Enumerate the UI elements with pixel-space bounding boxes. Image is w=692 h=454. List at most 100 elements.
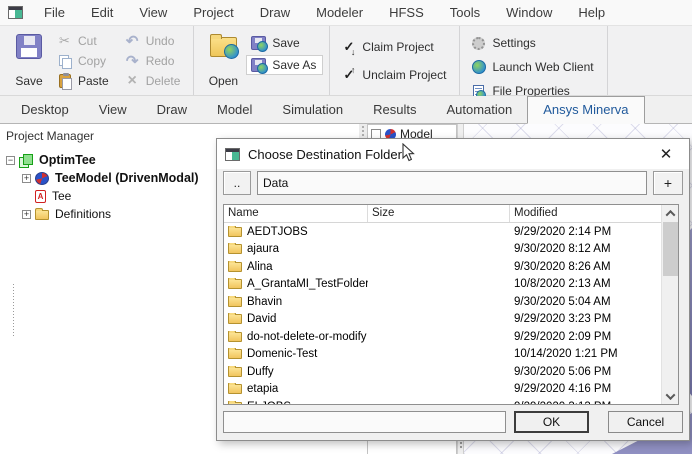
- toolbar-button-icon: [59, 55, 71, 68]
- column-header[interactable]: Size: [368, 205, 510, 222]
- folder-row[interactable]: etapia 9/29/2020 4:16 PM: [224, 381, 661, 399]
- open-button[interactable]: Open: [200, 29, 246, 92]
- toolbar-button[interactable]: Launch Web Client: [466, 57, 600, 77]
- folder-modified: 9/29/2020 2:14 PM: [510, 226, 661, 238]
- folder-row[interactable]: ELJOBS 9/29/2020 3:13 PM: [224, 398, 661, 404]
- toolbar-button-icon: [472, 37, 485, 50]
- close-icon[interactable]: ✕: [651, 143, 681, 165]
- toolbar-button[interactable]: Save As: [246, 55, 323, 75]
- toolbar-button-label: Launch Web Client: [492, 60, 593, 74]
- up-directory-button[interactable]: ..: [223, 171, 251, 195]
- toolbar-button-label: Save: [272, 36, 299, 50]
- toolbar-button[interactable]: Copy: [52, 51, 116, 71]
- ribbon-tab[interactable]: Draw: [142, 97, 202, 123]
- list-scrollbar[interactable]: [661, 205, 678, 404]
- ribbon-tab-bar: Desktop View Draw Model Simulation Resul…: [0, 96, 692, 124]
- menu-item[interactable]: Draw: [247, 0, 303, 25]
- menu-item[interactable]: Edit: [78, 0, 126, 25]
- folder-row[interactable]: do-not-delete-or-modify 9/29/2020 2:09 P…: [224, 328, 661, 346]
- folder-row[interactable]: Bhavin 9/30/2020 5:04 AM: [224, 293, 661, 311]
- folder-modified: 9/29/2020 2:09 PM: [510, 331, 661, 343]
- toolbar-button[interactable]: Redo: [120, 51, 188, 71]
- add-folder-button[interactable]: +: [653, 171, 683, 195]
- menu-item[interactable]: Help: [565, 0, 618, 25]
- folder-name: Bhavin: [247, 296, 282, 308]
- folder-name: Alina: [247, 261, 273, 273]
- folder-row[interactable]: Alina 9/30/2020 8:26 AM: [224, 258, 661, 276]
- menu-item[interactable]: HFSS: [376, 0, 437, 25]
- cancel-button[interactable]: Cancel: [608, 411, 683, 433]
- ribbon-tab[interactable]: Model: [202, 97, 267, 123]
- folder-name-input[interactable]: [223, 411, 506, 433]
- ribbon-group-file: Open Save Save As: [194, 26, 330, 95]
- folder-row[interactable]: ajaura 9/30/2020 8:12 AM: [224, 241, 661, 259]
- toolbar-button[interactable]: Delete: [120, 71, 188, 91]
- toolbar-button[interactable]: Unclaim Project: [336, 65, 453, 85]
- menu-item[interactable]: Project: [180, 0, 246, 25]
- ribbon-tab[interactable]: Desktop: [6, 97, 84, 123]
- expander-icon[interactable]: [6, 156, 15, 165]
- dialog-path-row: .. +: [217, 171, 689, 197]
- dialog-title-bar[interactable]: Choose Destination Folder ✕: [217, 139, 689, 169]
- toolbar-button[interactable]: Cut: [52, 31, 116, 51]
- folder-name: AEDTJOBS: [247, 226, 308, 238]
- ribbon-tab[interactable]: View: [84, 97, 142, 123]
- claim-check-icon: [343, 39, 354, 55]
- ribbon-tab[interactable]: Simulation: [267, 97, 358, 123]
- toolbar-button[interactable]: Paste: [52, 71, 116, 91]
- tree-item-label[interactable]: Tee: [50, 189, 73, 203]
- save-button[interactable]: Save: [6, 29, 52, 92]
- tree-item-label[interactable]: Definitions: [53, 207, 113, 221]
- dialog-button-row: OK Cancel: [217, 411, 689, 437]
- scroll-down-icon[interactable]: [662, 388, 679, 404]
- choose-destination-folder-dialog: Choose Destination Folder ✕ .. + Name Si…: [216, 138, 690, 441]
- claim-check-icon: [343, 67, 354, 83]
- folder-row[interactable]: David 9/29/2020 3:23 PM: [224, 311, 661, 329]
- menu-bar: File Edit View Project Draw Modeler HFSS…: [0, 0, 692, 26]
- expander-icon[interactable]: [22, 210, 31, 219]
- column-header[interactable]: Modified: [510, 205, 661, 222]
- folder-modified: 9/30/2020 5:04 AM: [510, 296, 661, 308]
- toolbar-button-label: Unclaim Project: [362, 68, 446, 82]
- folder-icon: [228, 367, 242, 377]
- toolbar-button[interactable]: Settings: [466, 33, 600, 53]
- menu-item[interactable]: Modeler: [303, 0, 376, 25]
- toolbar-button[interactable]: Claim Project: [336, 37, 453, 57]
- folder-icon: [228, 279, 242, 289]
- ribbon-tab[interactable]: Results: [358, 97, 431, 123]
- folder-row[interactable]: A_GrantaMI_TestFolder 10/8/2020 2:13 AM: [224, 276, 661, 294]
- scroll-up-icon[interactable]: [662, 205, 679, 221]
- ribbon-tab[interactable]: Automation: [431, 97, 527, 123]
- tree-item-label[interactable]: TeeModel (DrivenModal): [53, 171, 201, 185]
- toolbar-button[interactable]: Save: [246, 33, 323, 53]
- folder-row[interactable]: AEDTJOBS 9/29/2020 2:14 PM: [224, 223, 661, 241]
- scrollbar-thumb[interactable]: [663, 222, 678, 276]
- toolbar-button[interactable]: Undo: [120, 31, 188, 51]
- ok-button[interactable]: OK: [514, 411, 589, 433]
- column-header[interactable]: Name: [224, 205, 368, 222]
- menu-item[interactable]: Window: [493, 0, 565, 25]
- mouse-cursor: [402, 143, 415, 162]
- path-input[interactable]: [257, 171, 647, 195]
- ribbon-tab[interactable]: Ansys Minerva: [527, 96, 644, 124]
- menu-item[interactable]: View: [126, 0, 180, 25]
- tree-item-icon: [35, 210, 49, 220]
- folder-icon: [228, 244, 242, 254]
- menu-item[interactable]: File: [31, 0, 78, 25]
- save-globe-icon: [251, 36, 266, 50]
- toolbar-button-icon: [126, 32, 139, 50]
- ribbon-group-edit: Save Cut Copy Paste: [0, 26, 194, 95]
- expander-icon[interactable]: [22, 174, 31, 183]
- menu-item[interactable]: Tools: [437, 0, 493, 25]
- folder-row[interactable]: Duffy 9/30/2020 5:06 PM: [224, 363, 661, 381]
- tree-item-label[interactable]: OptimTee: [37, 153, 98, 167]
- folder-name: A_GrantaMI_TestFolder: [247, 278, 368, 290]
- toolbar-button-icon: [472, 60, 486, 74]
- folder-name: David: [247, 313, 276, 325]
- dialog-title: Choose Destination Folder: [248, 147, 651, 162]
- folder-name: Duffy: [247, 366, 274, 378]
- folder-modified: 9/29/2020 4:16 PM: [510, 383, 661, 395]
- folder-row[interactable]: Domenic-Test 10/14/2020 1:21 PM: [224, 346, 661, 364]
- tree-item-icon: [35, 190, 46, 203]
- folder-name: ELJOBS: [247, 401, 291, 404]
